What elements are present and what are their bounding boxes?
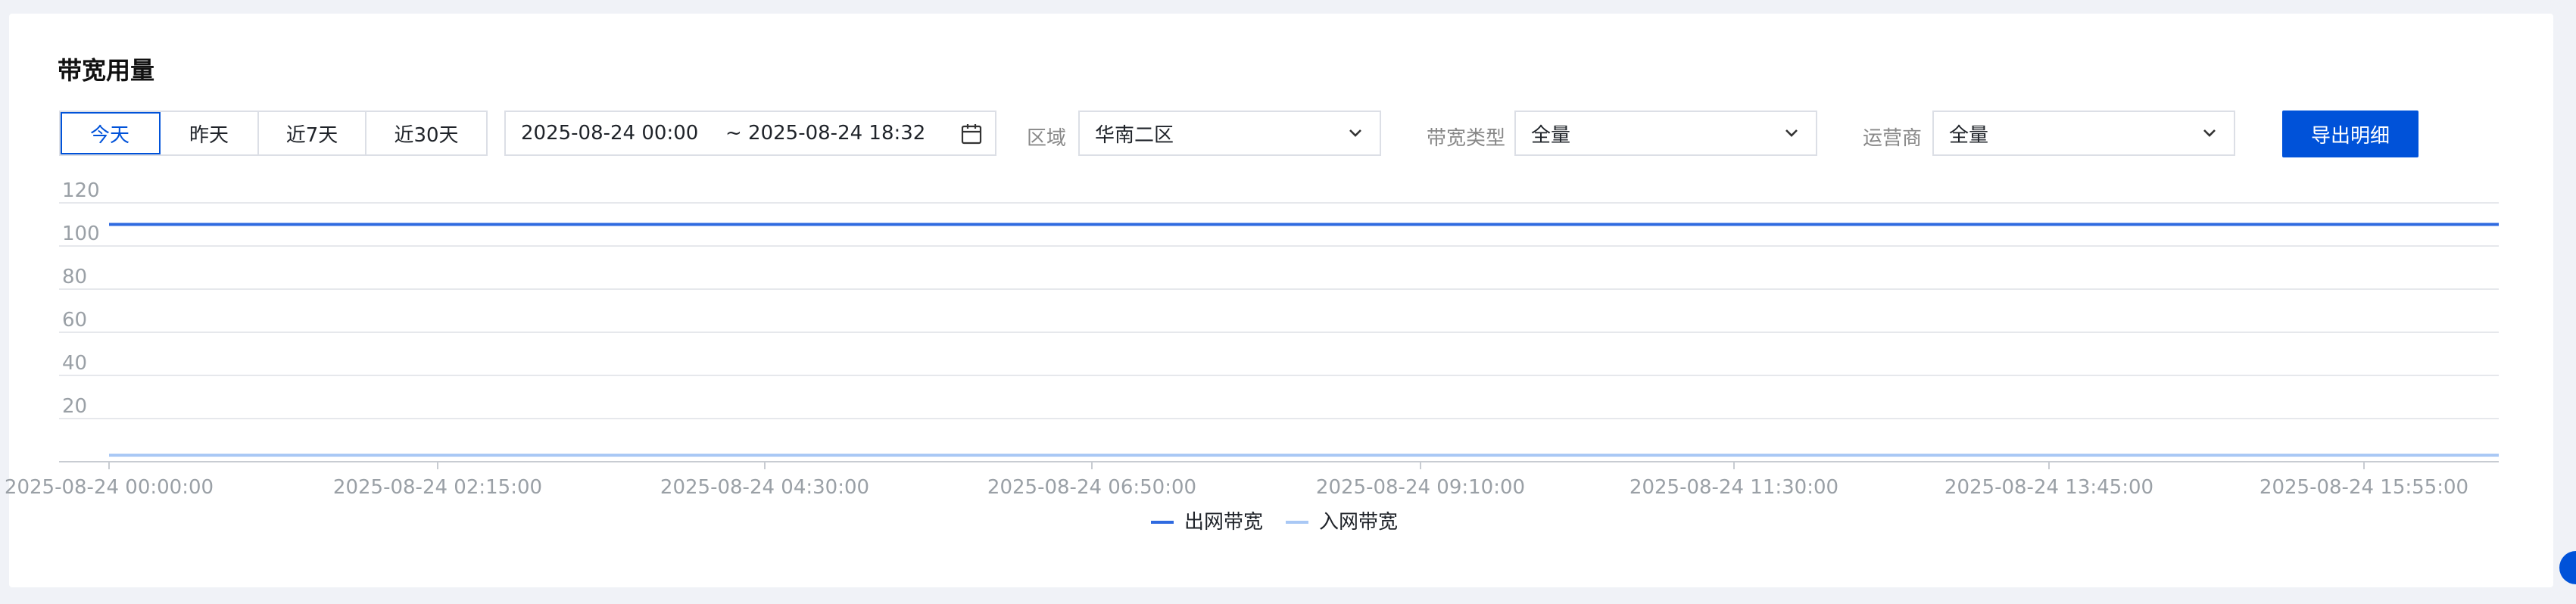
y-tick-label: 60 [62,309,87,332]
legend-inbound-label[interactable]: 入网带宽 [1319,511,1398,534]
x-tick-label: 2025-08-24 02:15:00 [333,476,542,499]
y-tick-label: 120 [62,179,100,202]
x-tick-label: 2025-08-24 15:55:00 [2259,476,2468,499]
x-tick-label: 2025-08-24 04:30:00 [660,476,869,499]
y-tick-label: 20 [62,395,87,418]
x-tick-label: 2025-08-24 11:30:00 [1629,476,1838,499]
y-tick-label: 40 [62,352,87,375]
x-tick-label: 2025-08-24 00:00:00 [5,476,214,499]
legend-outbound-label[interactable]: 出网带宽 [1184,511,1263,534]
x-tick-label: 2025-08-24 06:50:00 [987,476,1196,499]
bandwidth-chart: 20 40 60 80 100 120 2025-08-24 00:00:00 2025-08… [5,179,2499,534]
y-tick-label: 100 [62,223,100,245]
y-tick-label: 80 [62,266,87,288]
x-tick-label: 2025-08-24 13:45:00 [1944,476,2153,499]
x-tick-label: 2025-08-24 09:10:00 [1316,476,1525,499]
